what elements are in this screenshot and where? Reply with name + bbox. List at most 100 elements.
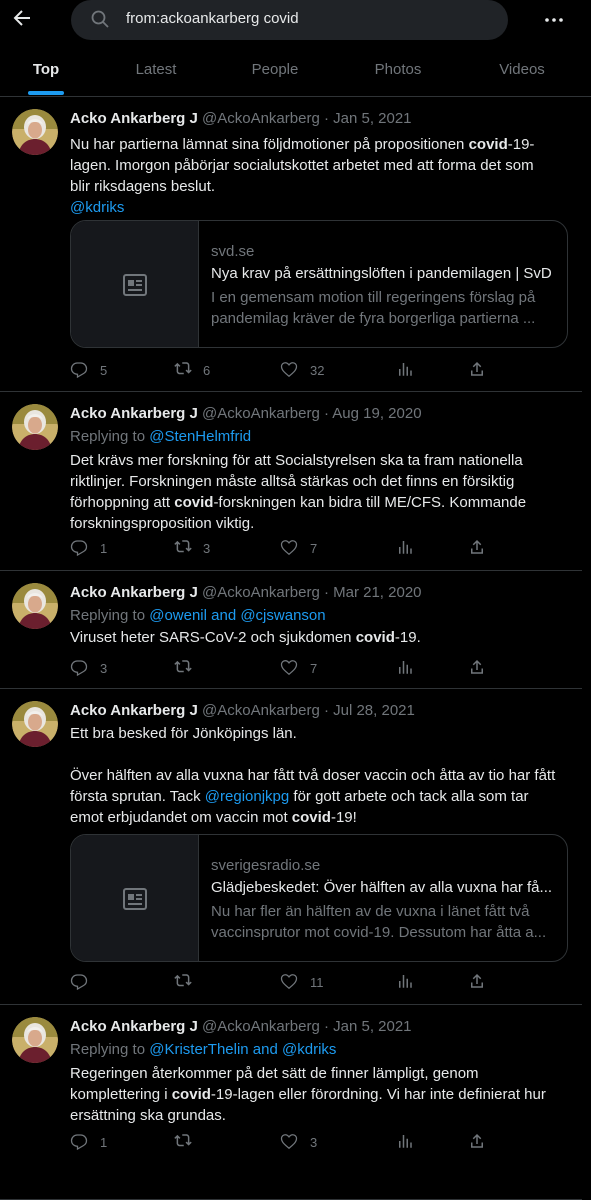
highlighted-term: covid [291,809,331,826]
text-segment: forskningsproposition viktig. [70,515,255,532]
tweet-date[interactable]: Mar 21, 2020 [333,584,421,601]
tweet[interactable]: Acko Ankarberg J @AckoAnkarberg · Jan 5,… [0,1005,582,1200]
tab-photos[interactable]: Photos [366,46,430,96]
avatar[interactable] [12,1017,58,1063]
tweet-text: Viruset heter SARS-CoV-2 och sjukdomen c… [70,627,570,648]
likes-count: 7 [310,541,318,556]
card-description-line: vaccinsprutor mot covid-19. Dessutom har… [211,924,547,941]
retweets-count: 6 [203,363,211,378]
text-segment: Viruset heter SARS-CoV-2 och sjukdomen [70,629,356,646]
mention-link[interactable]: @kdriks [70,197,570,218]
tweet-header: Acko Ankarberg J @AckoAnkarberg · Jul 28… [70,701,415,721]
tweet-text-line: lagen. Imorgon påbörjar socialutskottet … [70,155,570,176]
tweet-actions: 37 [70,658,490,682]
highlighted-term: covid [171,1086,211,1103]
tweet-text-line: förhoppning att covid-forskningen kan bi… [70,492,570,513]
replying-to-link[interactable]: @StenHelmfrid [149,428,251,445]
avatar[interactable] [12,583,58,629]
tweet-text-line: Regeringen återkommer på det sätt de fin… [70,1063,570,1084]
tab-latest[interactable]: Latest [126,46,186,96]
author-name[interactable]: Acko Ankarberg J [70,702,198,719]
search-query[interactable]: from:ackoankarberg covid [126,10,299,27]
tab-people[interactable]: People [245,46,305,96]
tweet-date[interactable]: Jul 28, 2021 [333,702,415,719]
tab-people-label: People [251,61,299,78]
author-handle[interactable]: @AckoAnkarberg [202,110,320,127]
text-segment: -19! [330,809,357,826]
replying-prefix: Replying to [70,1041,146,1058]
tab-top[interactable]: Top [28,46,64,96]
card-thumbnail [71,835,199,961]
author-name[interactable]: Acko Ankarberg J [70,1018,198,1035]
avatar[interactable] [12,109,58,155]
tab-latest-label: Latest [135,61,177,78]
tweet-actions: 13 [70,1132,490,1156]
tweet-header: Acko Ankarberg J @AckoAnkarberg · Mar 21… [70,583,422,603]
tweet-text-line: blir riksdagens beslut. [70,176,570,197]
text-segment: blir riksdagens beslut. [70,178,216,195]
tweet-text-line: komplettering i covid-19-lagen eller för… [70,1084,570,1105]
tweet-header: Acko Ankarberg J @AckoAnkarberg · Jan 5,… [70,1017,412,1037]
text-segment: -19. [394,629,421,646]
replying-prefix: Replying to [70,428,146,445]
tweet-date[interactable]: Jan 5, 2021 [333,110,411,127]
tweet[interactable]: Acko Ankarberg J @AckoAnkarberg · Mar 21… [0,571,582,689]
separator-dot: · [319,702,334,719]
separator-dot: · [319,405,333,422]
author-handle[interactable]: @AckoAnkarberg [202,584,320,601]
card-description-line: pandemilag kräver de fyra borgerliga par… [211,310,536,327]
tweet[interactable]: Acko Ankarberg J @AckoAnkarberg · Aug 19… [0,392,582,571]
replying-to-link[interactable]: @KristerThelin and @kdriks [149,1041,336,1058]
tweet-text-line: forskningsproposition viktig. [70,513,570,534]
arrow-left-icon[interactable] [10,6,34,30]
link-card[interactable]: svd.se Nya krav på ersättningslöften i pa… [70,220,568,348]
author-handle[interactable]: @AckoAnkarberg [202,405,320,422]
author-name[interactable]: Acko Ankarberg J [70,110,198,127]
link-card[interactable]: sverigesradio.se Glädjebeskedet: Över häl… [70,834,568,962]
text-segment: -19-lagen eller förordning. Vi har inte … [210,1086,546,1103]
tweet-text: Det krävs mer forskning för att Socialst… [70,450,570,534]
author-name[interactable]: Acko Ankarberg J [70,405,198,422]
tweet[interactable]: Acko Ankarberg J @AckoAnkarberg · Jan 5,… [0,97,582,392]
author-name[interactable]: Acko Ankarberg J [70,584,198,601]
more-dots-icon[interactable] [543,9,565,31]
replies-count: 5 [100,363,108,378]
card-description: I en gemensam motion till regeringens fö… [211,287,556,329]
tweet-date[interactable]: Aug 19, 2020 [332,405,421,422]
tweet-text-line: Viruset heter SARS-CoV-2 och sjukdomen c… [70,627,570,648]
likes-count: 7 [310,661,318,676]
text-segment: Ett bra besked för Jönköpings län. [70,725,297,742]
search-box[interactable]: from:ackoankarberg covid [71,0,508,40]
tab-active-indicator [28,91,64,95]
separator-dot: · [319,1018,334,1035]
text-segment: första sprutan. Tack [70,788,205,805]
tweet-text-line: Nu har partierna lämnat sina följdmotion… [70,134,570,155]
replies-count: 3 [100,661,108,676]
author-handle[interactable]: @AckoAnkarberg [202,702,320,719]
author-handle[interactable]: @AckoAnkarberg [202,1018,320,1035]
tweet-text-line: riktlinjer. Forskningen måste alltså stä… [70,471,570,492]
tab-videos-label: Videos [499,61,545,78]
tab-videos[interactable]: Videos [490,46,554,96]
tab-photos-label: Photos [374,61,422,78]
tweet[interactable]: Acko Ankarberg J @AckoAnkarberg · Jul 28… [0,689,582,1005]
avatar[interactable] [12,404,58,450]
text-segment: riktlinjer. Forskningen måste alltså stä… [70,473,515,490]
replies-count: 1 [100,541,108,556]
tweet-text: Nu har partierna lämnat sina följdmotion… [70,134,570,218]
retweets-count: 3 [203,541,211,556]
card-title: Glädjebeskedet: Över hälften av alla vux… [211,879,553,896]
replying-to-link[interactable]: @owenil and @cjswanson [149,607,325,624]
tweet-text: Ett bra besked för Jönköpings län. Över … [70,723,570,828]
replying-prefix: Replying to [70,607,146,624]
mention-link[interactable]: @regionjkpg [205,788,289,805]
separator-dot: · [319,584,334,601]
search-tabs: Top Latest People Photos Videos [0,46,591,96]
tab-top-label: Top [32,61,60,78]
card-description-line: I en gemensam motion till regeringens fö… [211,289,536,306]
avatar[interactable] [12,701,58,747]
highlighted-term: covid [355,629,395,646]
text-segment: emot erbjudandet om vaccin mot [70,809,292,826]
card-description: Nu har fler än hälften av de vuxna i län… [211,901,556,943]
tweet-date[interactable]: Jan 5, 2021 [333,1018,411,1035]
